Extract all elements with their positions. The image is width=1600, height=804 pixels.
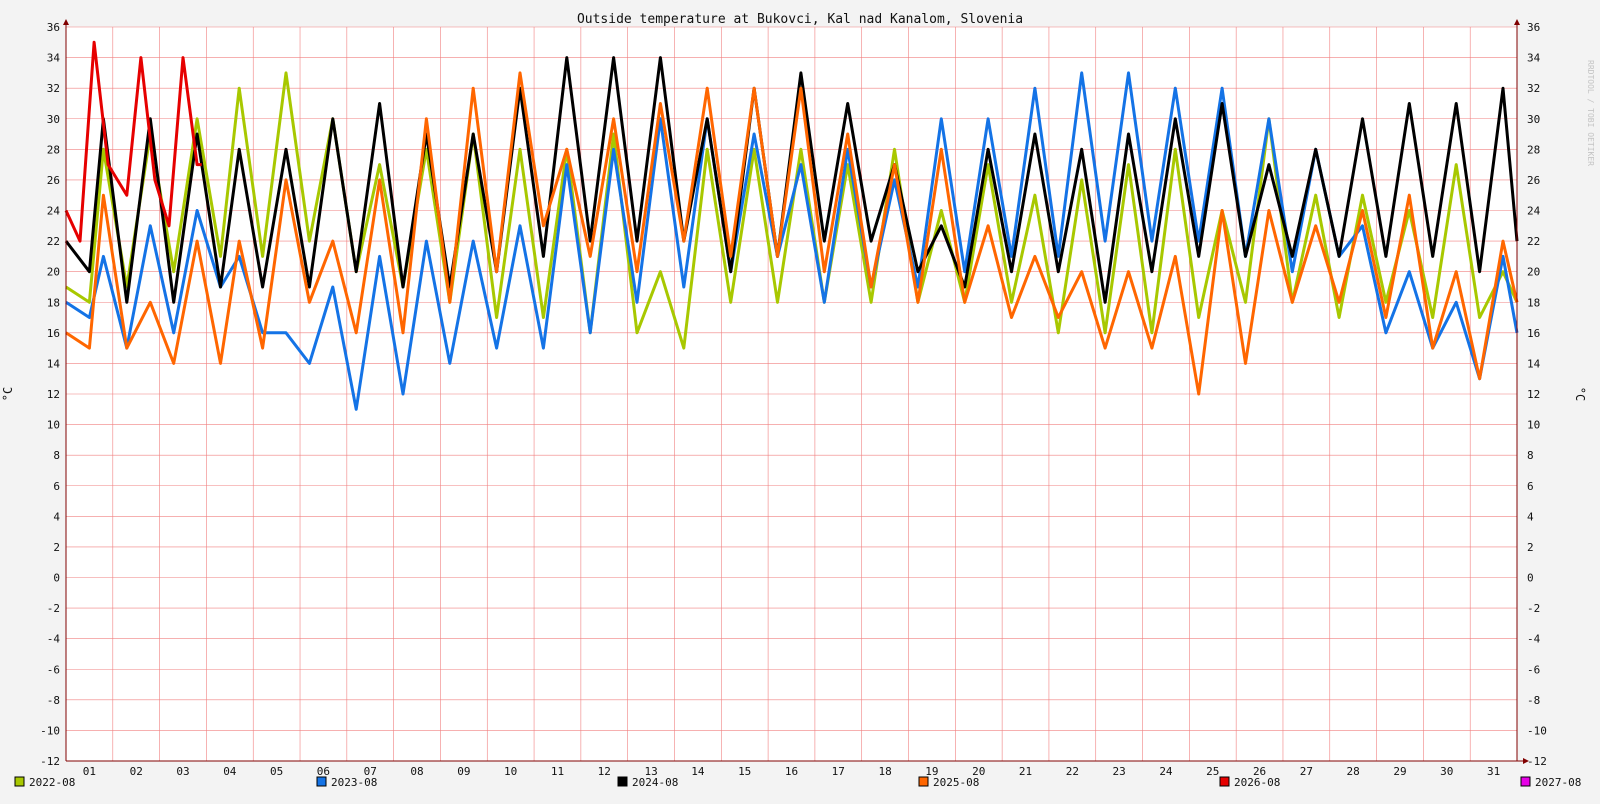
y-tick-label-left: 22 xyxy=(47,235,60,248)
y-tick-label-right: 14 xyxy=(1527,357,1541,370)
y-tick-label-right: -8 xyxy=(1527,694,1540,707)
legend-label: 2022-08 xyxy=(29,776,75,789)
y-tick-label-right: 34 xyxy=(1527,52,1541,65)
x-tick-label: 22 xyxy=(1066,765,1079,778)
x-tick-label: 17 xyxy=(832,765,845,778)
y-tick-label-right: 18 xyxy=(1527,296,1540,309)
y-tick-label-left: 20 xyxy=(47,266,60,279)
legend-swatch xyxy=(918,776,929,787)
x-tick-label: 09 xyxy=(457,765,470,778)
legend-label: 2025-08 xyxy=(933,776,979,789)
y-tick-label-left: 26 xyxy=(47,174,60,187)
x-tick-label: 27 xyxy=(1300,765,1313,778)
x-tick-label: 25 xyxy=(1206,765,1219,778)
x-tick-label: 16 xyxy=(785,765,798,778)
legend-label: 2026-08 xyxy=(1234,776,1280,789)
x-tick-label: 23 xyxy=(1113,765,1126,778)
watermark: RRDTOOL / TOBI OETIKER xyxy=(1586,60,1595,166)
y-tick-label-right: 20 xyxy=(1527,266,1540,279)
legend-swatch xyxy=(1219,776,1230,787)
legend-swatch xyxy=(617,776,628,787)
legend-swatch xyxy=(14,776,25,787)
y-tick-label-left: 4 xyxy=(53,510,60,523)
y-tick-label-right: 32 xyxy=(1527,82,1540,95)
y-axis-label-right: °C xyxy=(1573,387,1587,401)
y-tick-label-left: -6 xyxy=(47,663,60,676)
y-tick-label-left: 16 xyxy=(47,327,60,340)
y-tick-label-right: 24 xyxy=(1527,205,1541,218)
x-tick-label: 12 xyxy=(598,765,611,778)
x-tick-label: 28 xyxy=(1347,765,1360,778)
legend-label: 2023-08 xyxy=(331,776,377,789)
x-tick-label: 18 xyxy=(878,765,891,778)
y-tick-label-right: -6 xyxy=(1527,663,1540,676)
y-tick-label-right: 12 xyxy=(1527,388,1540,401)
legend-swatch xyxy=(1520,776,1531,787)
y-tick-label-left: 10 xyxy=(47,419,60,432)
y-tick-label-right: -12 xyxy=(1527,755,1547,768)
y-tick-label-left: 34 xyxy=(47,52,61,65)
y-tick-label-right: 0 xyxy=(1527,572,1534,585)
y-tick-label-right: -10 xyxy=(1527,724,1547,737)
x-tick-label: 31 xyxy=(1487,765,1500,778)
x-tick-label: 06 xyxy=(317,765,330,778)
x-tick-label: 29 xyxy=(1393,765,1406,778)
y-tick-label-left: 0 xyxy=(53,572,60,585)
y-tick-label-left: 28 xyxy=(47,143,60,156)
y-tick-label-left: -8 xyxy=(47,694,60,707)
y-tick-label-left: -12 xyxy=(40,755,60,768)
temperature-chart: -12 -12-10 -10-8 -8-6 -6-4 -4-2 -20 02 24 46 68 810… xyxy=(0,0,1600,800)
y-tick-label-right: 2 xyxy=(1527,541,1534,554)
x-tick-label: 10 xyxy=(504,765,517,778)
x-tick-label: 11 xyxy=(551,765,564,778)
x-tick-label: 15 xyxy=(738,765,751,778)
y-tick-label-right: -4 xyxy=(1527,633,1541,646)
x-tick-label: 21 xyxy=(1019,765,1032,778)
x-tick-label: 03 xyxy=(176,765,189,778)
y-tick-label-right: 26 xyxy=(1527,174,1540,187)
y-tick-label-right: 8 xyxy=(1527,449,1534,462)
y-tick-label-left: 14 xyxy=(47,357,61,370)
y-tick-label-right: -2 xyxy=(1527,602,1540,615)
y-tick-label-left: 32 xyxy=(47,82,60,95)
chart-title: Outside temperature at Bukovci, Kal nad … xyxy=(577,12,1023,27)
y-tick-label-left: -2 xyxy=(47,602,60,615)
chart-root: -12 -12 -10 -10 -8 -8 -6 -6 -4 -4 -2 -2 0 0 2 2 4 4 6 6 8 8 10… xyxy=(0,0,1600,800)
y-tick-label-left: 18 xyxy=(47,296,60,309)
y-tick-label-left: 6 xyxy=(53,480,60,493)
x-tick-label: 01 xyxy=(83,765,96,778)
y-tick-label-left: 24 xyxy=(47,205,61,218)
y-tick-label-left: -10 xyxy=(40,724,60,737)
x-tick-label: 02 xyxy=(130,765,143,778)
x-tick-label: 24 xyxy=(1159,765,1173,778)
y-tick-label-right: 36 xyxy=(1527,21,1540,34)
legend-label: 2024-08 xyxy=(632,776,678,789)
y-tick-label-right: 22 xyxy=(1527,235,1540,248)
x-tick-label: 30 xyxy=(1440,765,1453,778)
y-tick-label-left: -4 xyxy=(47,633,61,646)
y-tick-label-left: 2 xyxy=(53,541,60,554)
legend-swatch xyxy=(316,776,327,787)
y-tick-label-left: 12 xyxy=(47,388,60,401)
y-tick-label-right: 30 xyxy=(1527,113,1540,126)
y-tick-label-right: 16 xyxy=(1527,327,1540,340)
y-tick-label-right: 4 xyxy=(1527,510,1534,523)
y-tick-label-left: 8 xyxy=(53,449,60,462)
y-tick-label-right: 28 xyxy=(1527,143,1540,156)
y-tick-label-left: 30 xyxy=(47,113,60,126)
y-axis-label-left: °C xyxy=(1,387,15,401)
x-tick-label: 14 xyxy=(691,765,705,778)
legend-label: 2027-08 xyxy=(1535,776,1581,789)
y-tick-label-right: 6 xyxy=(1527,480,1534,493)
y-tick-label-left: 36 xyxy=(47,21,60,34)
x-tick-label: 08 xyxy=(410,765,423,778)
x-tick-label: 04 xyxy=(223,765,237,778)
y-tick-label-right: 10 xyxy=(1527,419,1540,432)
x-tick-label: 05 xyxy=(270,765,283,778)
